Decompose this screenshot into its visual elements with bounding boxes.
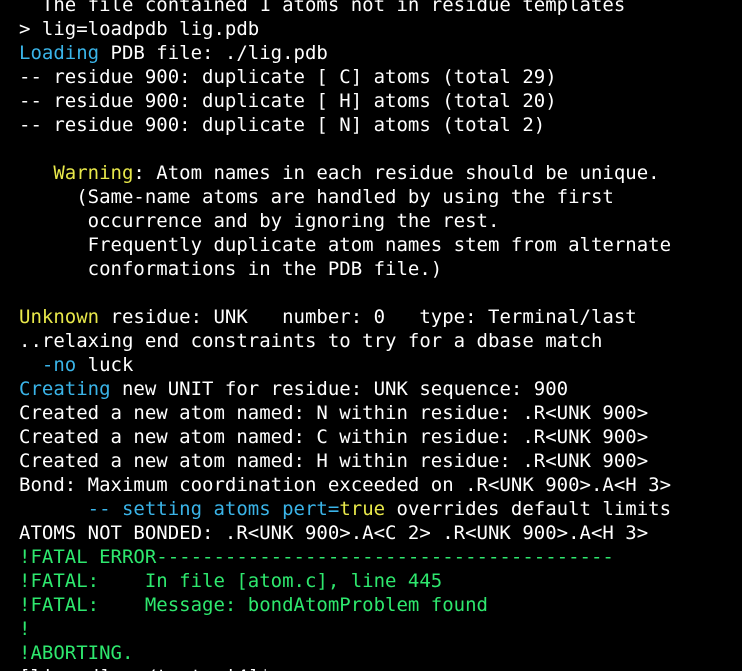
terminal-line: -- residue 900: duplicate [ N] atoms (to… [19, 113, 671, 137]
terminal-line: The file contained 1 atoms not in residu… [19, 0, 671, 17]
terminal-text: -- residue 900: duplicate [ C] atoms (to… [19, 66, 557, 88]
terminal-text: -- residue 900: duplicate [ H] atoms (to… [19, 90, 557, 112]
terminal-line: -- residue 900: duplicate [ C] atoms (to… [19, 65, 671, 89]
terminal-line: > lig=loadpdb lig.pdb [19, 17, 671, 41]
terminal-line: -- setting atoms pert=true overrides def… [19, 497, 671, 521]
terminal-text: -no [41, 354, 77, 376]
terminal-text: ..relaxing end constraints to try for a … [19, 330, 603, 352]
terminal-text: ATOMS NOT BONDED: .R<UNK 900>.A<C 2> .R<… [19, 522, 649, 544]
terminal-text: new UNIT for residue: UNK sequence: 900 [110, 378, 569, 400]
terminal-text: Frequently duplicate atom names stem fro… [19, 234, 672, 256]
terminal-line: Bond: Maximum coordination exceeded on .… [19, 473, 671, 497]
terminal-line: ! [19, 617, 671, 641]
terminal-text: Loading [19, 42, 100, 64]
terminal-line: ATOMS NOT BONDED: .R<UNK 900>.A<C 2> .R<… [19, 521, 671, 545]
terminal-pane[interactable]: The file contained 1 atoms not in residu… [14, 0, 742, 671]
terminal-window[interactable]: The file contained 1 atoms not in residu… [0, 0, 742, 671]
terminal-line: -- residue 900: duplicate [ H] atoms (to… [19, 89, 671, 113]
terminal-text: Created a new atom named: H within resid… [19, 450, 649, 472]
terminal-output: The file contained 1 atoms not in residu… [19, 0, 671, 671]
terminal-text: Created a new atom named: N within resid… [19, 402, 649, 424]
terminal-line: Unknown residue: UNK number: 0 type: Ter… [19, 305, 671, 329]
terminal-text: overrides default limits [385, 498, 672, 520]
terminal-line: Loading PDB file: ./lig.pdb [19, 41, 671, 65]
terminal-text: [ligand] ~ /test-ni4]$ [19, 666, 282, 671]
terminal-text: Bond: Maximum coordination exceeded on .… [19, 474, 672, 496]
terminal-text: occurrence and by ignoring the rest. [19, 210, 500, 232]
terminal-line: -no luck [19, 353, 671, 377]
terminal-line: Warning: Atom names in each residue shou… [19, 161, 671, 185]
terminal-line: !FATAL: In file [atom.c], line 445 [19, 569, 671, 593]
terminal-line: [ligand] ~ /test-ni4]$ [19, 665, 671, 671]
terminal-line: conformations in the PDB file.) [19, 257, 671, 281]
terminal-line: (Same-name atoms are handled by using th… [19, 185, 671, 209]
terminal-line: Creating new UNIT for residue: UNK seque… [19, 377, 671, 401]
terminal-line: occurrence and by ignoring the rest. [19, 209, 671, 233]
terminal-text: conformations in the PDB file.) [19, 258, 443, 280]
terminal-line: !FATAL: Message: bondAtomProblem found [19, 593, 671, 617]
terminal-text: Created a new atom named: C within resid… [19, 426, 649, 448]
terminal-text: true [339, 498, 386, 520]
terminal-line: ..relaxing end constraints to try for a … [19, 329, 671, 353]
terminal-text: PDB file: ./lig.pdb [99, 42, 328, 64]
terminal-text: -- setting atoms pert= [87, 498, 340, 520]
terminal-line: !FATAL ERROR----------------------------… [19, 545, 671, 569]
terminal-line: Created a new atom named: N within resid… [19, 401, 671, 425]
terminal-text: luck [76, 354, 134, 376]
terminal-text: !FATAL ERROR----------------------------… [19, 546, 614, 568]
terminal-text: !ABORTING. [19, 642, 134, 664]
terminal-text: The file contained 1 atoms not in residu… [19, 0, 626, 16]
terminal-text: Warning [53, 162, 134, 184]
terminal-text: !FATAL: In file [atom.c], line 445 [19, 570, 443, 592]
terminal-text: > lig=loadpdb lig.pdb [19, 18, 260, 40]
terminal-line: Created a new atom named: H within resid… [19, 449, 671, 473]
terminal-text: ! [19, 618, 31, 640]
terminal-text: Unknown [19, 306, 100, 328]
terminal-text: -- residue 900: duplicate [ N] atoms (to… [19, 114, 546, 136]
terminal-text: (Same-name atoms are handled by using th… [19, 186, 614, 208]
terminal-line: Frequently duplicate atom names stem fro… [19, 233, 671, 257]
terminal-line: Created a new atom named: C within resid… [19, 425, 671, 449]
terminal-text: Creating [19, 378, 111, 400]
terminal-text: residue: UNK number: 0 type: Terminal/la… [99, 306, 637, 328]
terminal-line: !ABORTING. [19, 641, 671, 665]
terminal-text: : Atom names in each residue should be u… [133, 162, 660, 184]
terminal-text: !FATAL: Message: bondAtomProblem found [19, 594, 488, 616]
